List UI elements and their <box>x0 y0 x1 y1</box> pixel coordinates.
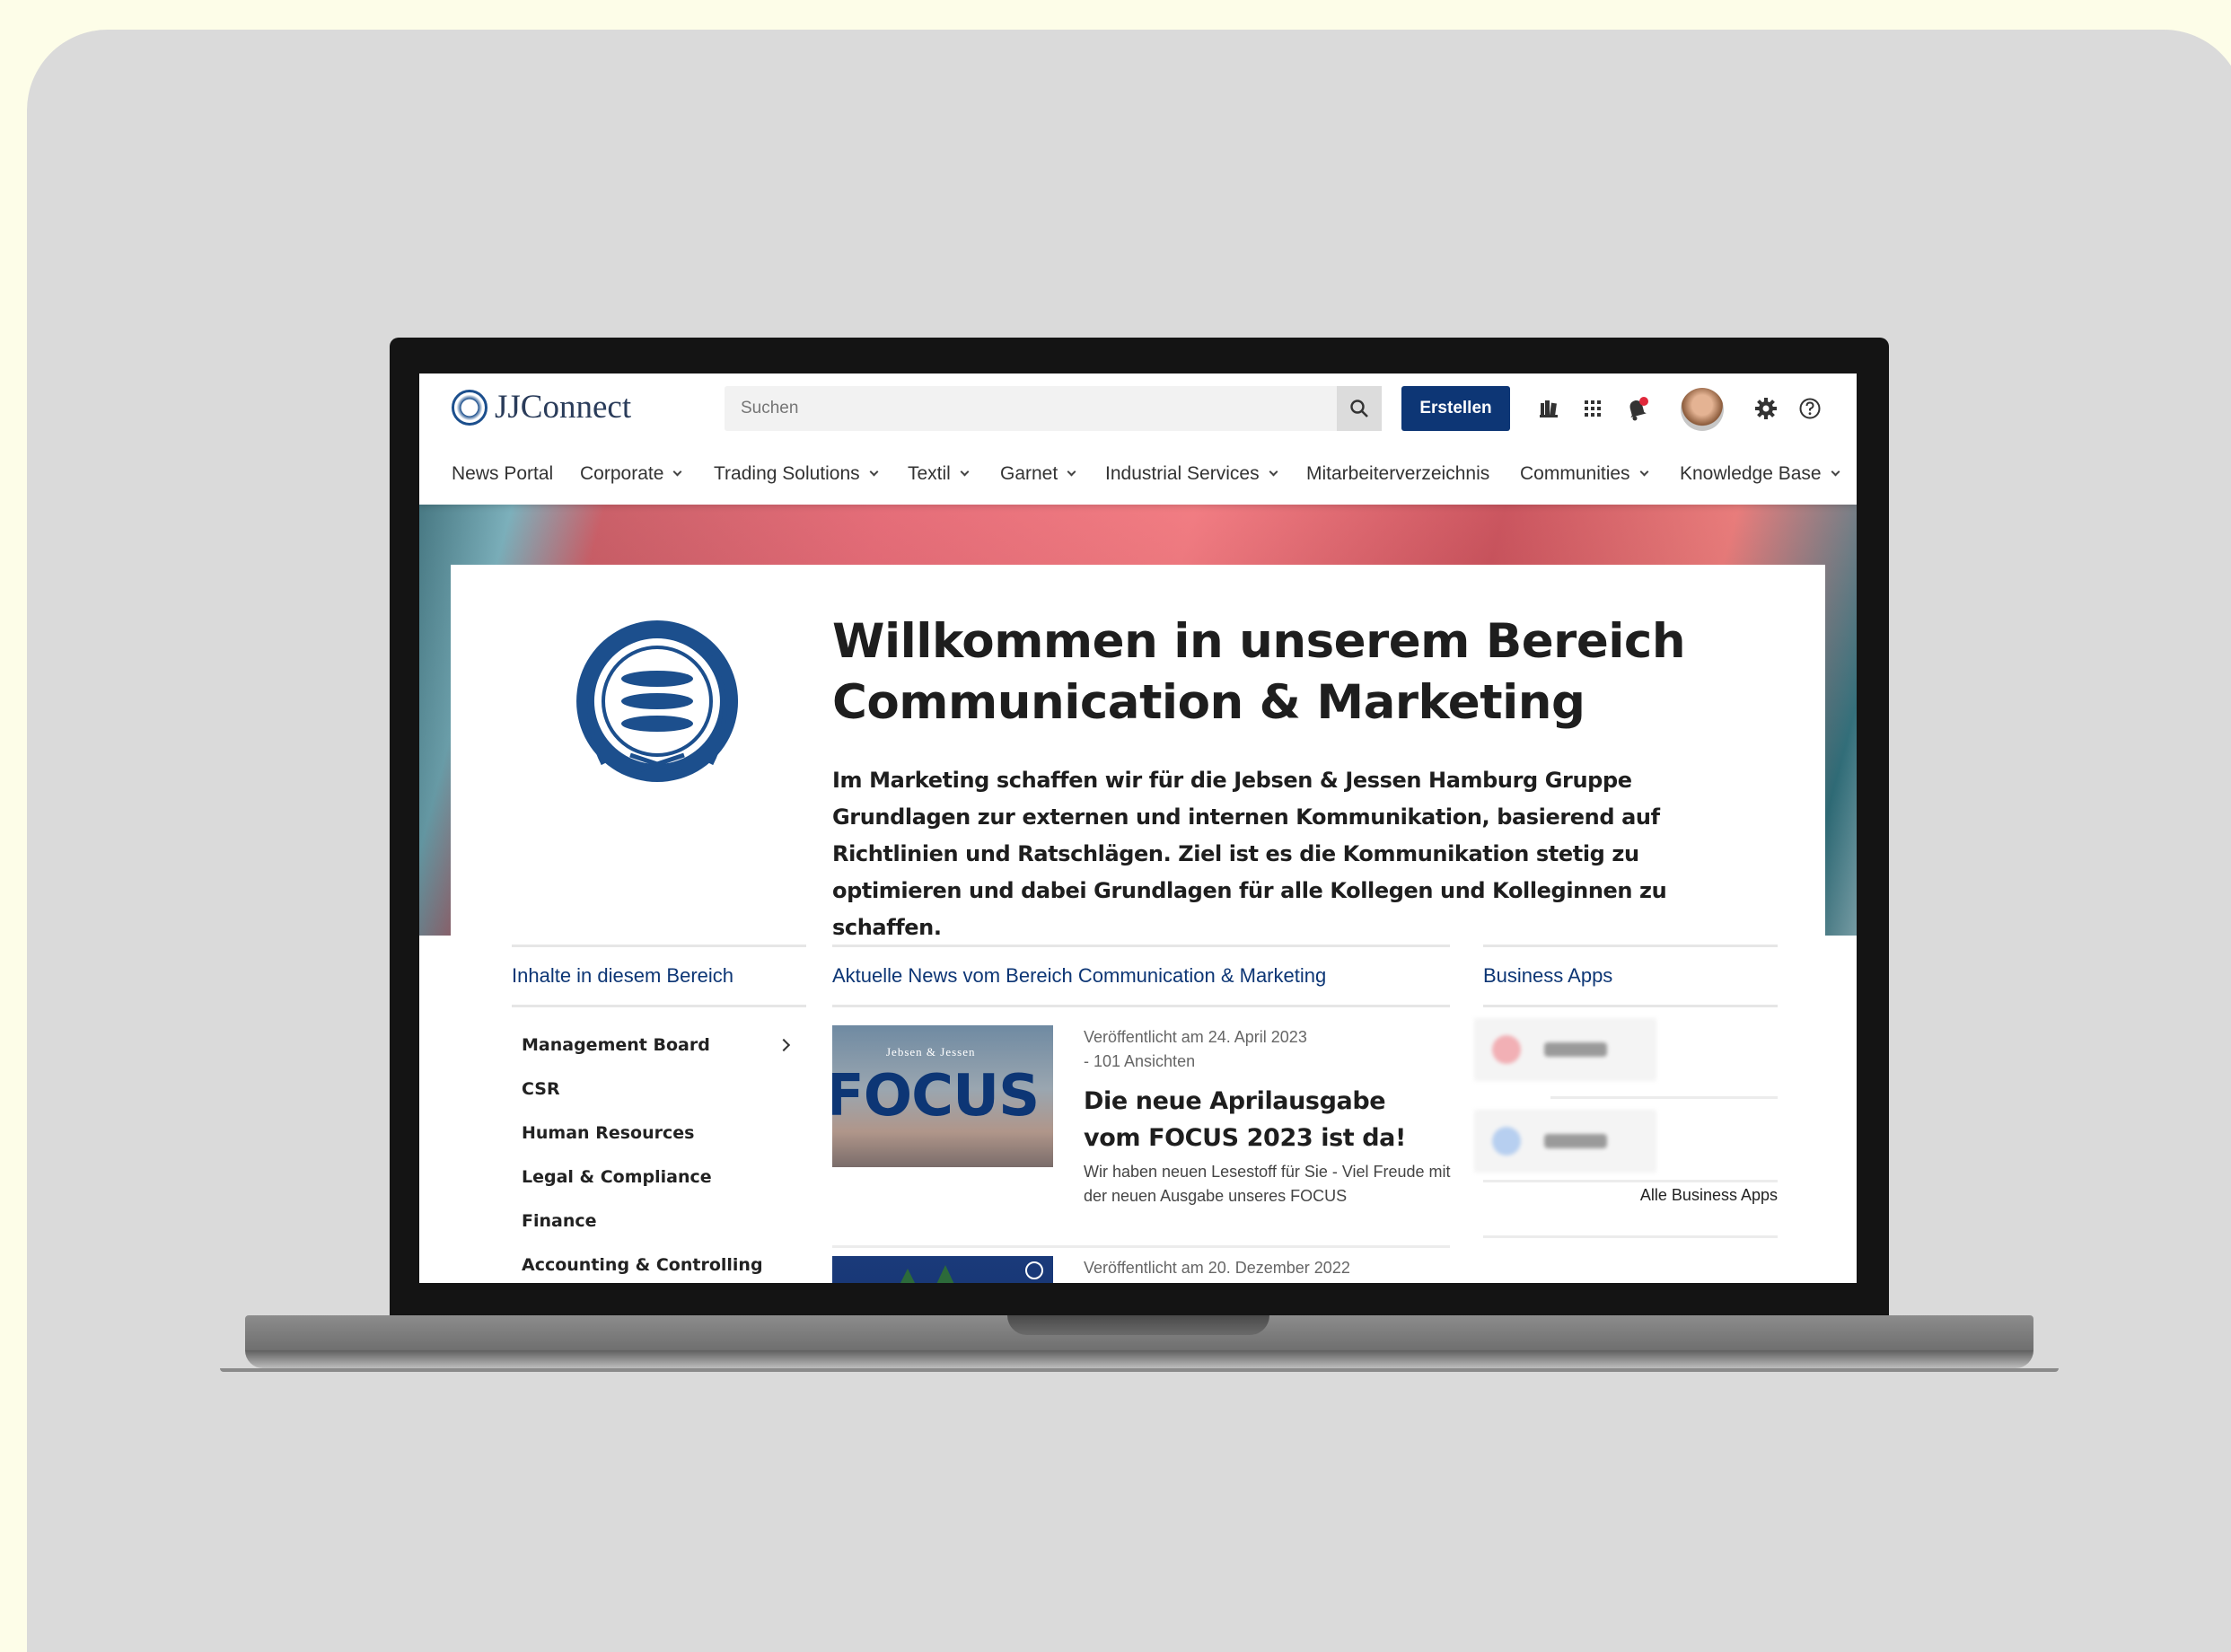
all-business-apps-link[interactable]: Alle Business Apps <box>1640 1186 1778 1205</box>
nav-garnet[interactable]: Garnet <box>1000 463 1076 485</box>
thumbnail-brand: Jebsen & Jessen <box>886 1045 976 1059</box>
help-icon <box>1799 398 1821 419</box>
logo[interactable]: JJConnect <box>452 388 631 426</box>
news-title[interactable]: Die neue Aprilausgabe vom FOCUS 2023 ist… <box>1084 1083 1443 1156</box>
business-app-tile[interactable] <box>1474 1018 1656 1081</box>
chevron-down-icon <box>1067 467 1076 477</box>
news-date: Veröffentlicht am 20. Dezember 2022 <box>1084 1259 1350 1277</box>
chevron-down-icon <box>1269 467 1278 477</box>
help-button[interactable] <box>1796 395 1823 422</box>
app-icon <box>1492 1035 1521 1064</box>
news-thumbnail[interactable]: Jebsen & Jessen FOCUS <box>832 1025 1053 1167</box>
sidebar-item-csr[interactable]: CSR <box>512 1067 806 1111</box>
nav-textil[interactable]: Textil <box>908 463 970 485</box>
divider <box>1483 1235 1778 1238</box>
nav-industrial-services[interactable]: Industrial Services <box>1105 463 1278 485</box>
sidebar-item-management-board[interactable]: Management Board <box>512 1023 806 1067</box>
chevron-down-icon <box>1831 467 1840 477</box>
create-button[interactable]: Erstellen <box>1401 386 1510 431</box>
news-heading: Aktuelle News vom Bereich Communication … <box>832 945 1450 1007</box>
nav-news-portal[interactable]: News Portal <box>452 463 553 485</box>
nav-mitarbeiterverzeichnis[interactable]: Mitarbeiterverzeichnis <box>1306 463 1489 485</box>
search-bar <box>725 386 1382 431</box>
page-title: Willkommen in unserem Bereich Communicat… <box>832 611 1730 734</box>
nav-corporate[interactable]: Corporate <box>580 463 682 485</box>
sidebar-item-accounting-controlling[interactable]: Accounting & Controlling <box>512 1243 806 1283</box>
sidebar-heading-label: Inhalte in diesem Bereich <box>512 964 734 987</box>
tree-shape <box>895 1269 920 1283</box>
divider <box>832 1245 1450 1248</box>
nav-knowledge-base[interactable]: Knowledge Base <box>1680 463 1840 485</box>
search-input[interactable] <box>725 386 1335 431</box>
news-meta: Veröffentlicht am 20. Dezember 2022 <box>1084 1256 1443 1280</box>
news-meta: Veröffentlicht am 24. April 2023 - 101 A… <box>1084 1025 1443 1074</box>
laptop-screen: JJConnect Erstellen News Portal Corporat <box>419 373 1857 1283</box>
business-app-tile[interactable] <box>1474 1110 1656 1173</box>
thumbnail-focus-word: FOCUS <box>832 1063 1040 1129</box>
emblem-icon <box>1025 1261 1043 1279</box>
tree-shape <box>933 1265 958 1283</box>
news-heading-label: Aktuelle News vom Bereich Communication … <box>832 964 1327 987</box>
apps-heading-label: Business Apps <box>1483 964 1613 987</box>
notifications-button[interactable] <box>1623 395 1650 422</box>
sidebar-list: Management Board CSR Human Resources Leg… <box>512 1023 806 1283</box>
logo-emblem-icon <box>452 389 487 426</box>
chevron-right-icon <box>777 1038 791 1051</box>
nav-communities[interactable]: Communities <box>1520 463 1648 485</box>
gear-icon <box>1755 398 1777 419</box>
chevron-down-icon <box>960 467 970 477</box>
avatar[interactable] <box>1681 388 1724 431</box>
app-label <box>1544 1042 1607 1057</box>
bell-icon <box>1629 397 1648 421</box>
main-content: Willkommen in unserem Bereich Communicat… <box>451 565 1825 1283</box>
news-views: - 101 Ansichten <box>1084 1052 1196 1070</box>
app-grid-icon <box>1585 400 1601 417</box>
news-item[interactable]: Jebsen & Jessen FOCUS Veröffentlicht am … <box>832 1025 1451 1223</box>
page-title-line1: Willkommen in unserem Bereich <box>832 614 1686 669</box>
site-header: JJConnect Erstellen News Portal Corporat <box>419 373 1857 505</box>
logo-text: JJConnect <box>495 389 632 426</box>
apps-heading: Business Apps <box>1483 945 1778 1007</box>
jebsen-jessen-emblem-icon <box>576 620 739 782</box>
divider <box>1483 1180 1778 1182</box>
chevron-down-icon <box>869 467 879 477</box>
sidebar-item-human-resources[interactable]: Human Resources <box>512 1111 806 1155</box>
laptop-shadow <box>220 1368 2059 1372</box>
divider <box>1550 1096 1778 1099</box>
app-icon <box>1492 1127 1521 1156</box>
nav-trading-solutions[interactable]: Trading Solutions <box>714 463 879 485</box>
documents-icon <box>1540 400 1558 417</box>
search-icon <box>1350 400 1368 417</box>
sidebar-item-legal-compliance[interactable]: Legal & Compliance <box>512 1155 806 1199</box>
sidebar-heading: Inhalte in diesem Bereich <box>512 945 806 1007</box>
intro-text: Im Marketing schaffen wir für die Jebsen… <box>832 768 1667 940</box>
news-item[interactable]: Veröffentlicht am 20. Dezember 2022 <box>832 1256 1450 1283</box>
news-thumbnail[interactable] <box>832 1256 1053 1283</box>
search-button[interactable] <box>1337 386 1382 431</box>
news-date: Veröffentlicht am 24. April 2023 <box>1084 1028 1307 1046</box>
documents-button[interactable] <box>1535 395 1562 422</box>
chevron-down-icon <box>1639 467 1648 477</box>
app-label <box>1544 1134 1607 1148</box>
sidebar-item-finance[interactable]: Finance <box>512 1199 806 1243</box>
chevron-down-icon <box>672 467 682 477</box>
app-grid-button[interactable] <box>1579 395 1606 422</box>
laptop-base-edge <box>245 1350 2033 1368</box>
news-description: Wir haben neuen Lesestoff für Sie - Viel… <box>1084 1163 1451 1205</box>
settings-button[interactable] <box>1752 395 1779 422</box>
laptop-notch <box>1007 1315 1269 1335</box>
page-title-line2: Communication & Marketing <box>832 675 1585 730</box>
